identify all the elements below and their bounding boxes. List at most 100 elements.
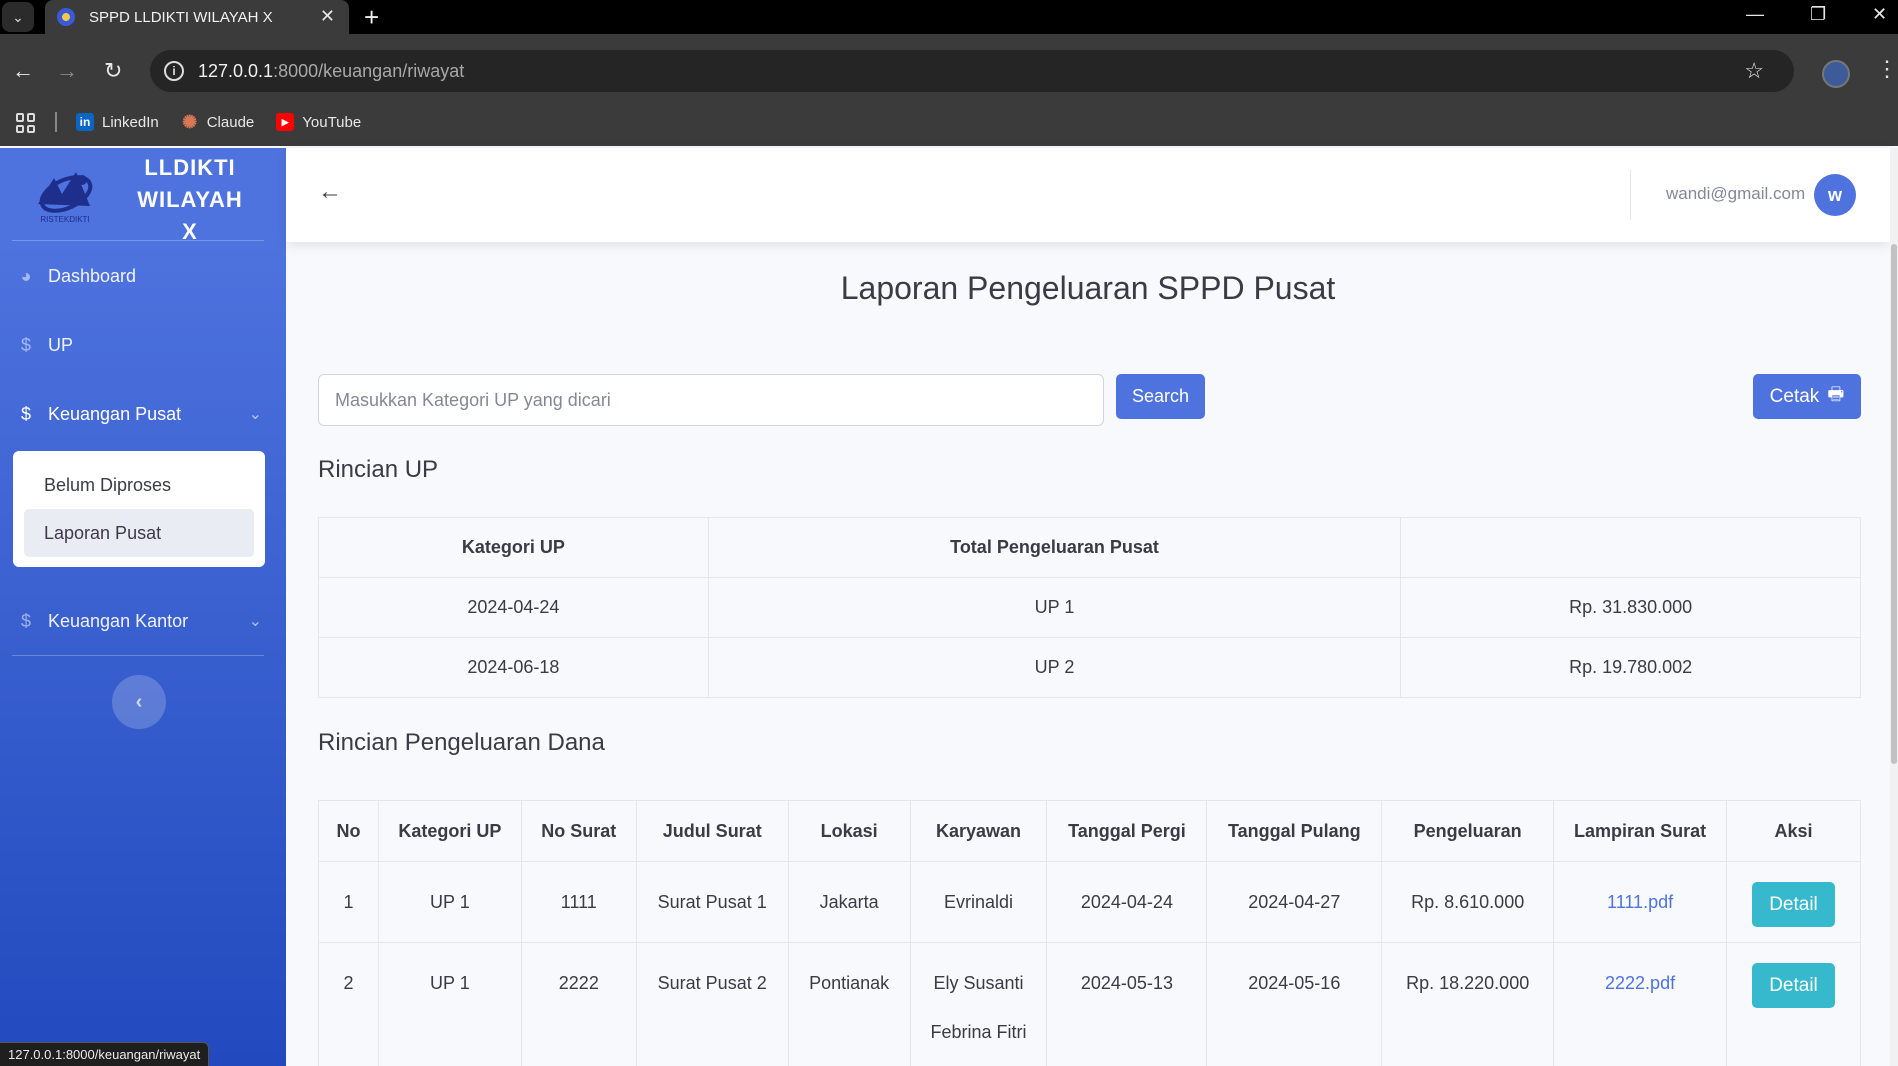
submenu-item-laporan-pusat[interactable]: Laporan Pusat [24,509,254,557]
print-button[interactable]: Cetak 🖶 [1753,374,1861,419]
table-cell: Detail [1726,942,1861,1066]
rincian-dana-title: Rincian Pengeluaran Dana [318,729,605,756]
window-close-icon[interactable]: ✕ [1872,4,1887,25]
site-info-icon[interactable]: i [164,61,184,81]
sidebar-item-label: Dashboard [48,265,137,286]
url-host: 127.0.0.1 [198,60,274,81]
column-header: Tanggal Pulang [1206,800,1383,862]
table-cell: UP 1 [377,861,522,943]
rincian-dana-table: No Kategori UP No Surat Judul Surat Loka… [318,800,1861,1066]
bookmark-star-icon[interactable]: ☆ [1744,58,1764,84]
karyawan-name: Evrinaldi [944,892,1014,912]
claude-icon: ✺ [182,111,198,132]
column-header: Karyawan [909,800,1048,862]
table-cell: Evrinaldi [909,861,1048,943]
sidebar-item-label: UP [48,334,74,355]
browser-toolbar: ← → ↻ i 127.0.0.1:8000/keuangan/riwayat … [0,34,1898,146]
table-cell: UP 2 [707,637,1402,698]
bookmark-youtube[interactable]: ▶ YouTube [276,113,361,131]
table-cell: Jakarta [787,861,911,943]
sidebar-item-dashboard[interactable]: ◕ Dashboard [0,246,286,306]
table-cell: 2024-04-24 [1046,861,1208,943]
search-input[interactable] [318,374,1104,426]
rincian-up-table: Kategori UP Total Pengeluaran Pusat 2024… [318,517,1861,698]
logo-caption: RISTEKDIKTI [40,215,89,224]
browser-tab-active[interactable]: SPPD LLDIKTI WILAYAH X ✕ [45,0,349,34]
table-cell: Rp. 8.610.000 [1381,861,1555,943]
table-cell: Ely Susanti Febrina Fitri [909,942,1048,1066]
topbar: ← wandi@gmail.com w [286,148,1890,242]
table-cell: 2 [318,942,379,1066]
table-cell: Surat Pusat 2 [635,942,789,1066]
detail-button[interactable]: Detail [1752,882,1835,927]
column-header: No Surat [520,800,637,862]
print-button-label: Cetak [1769,385,1820,407]
table-cell: Detail [1726,861,1861,943]
bookmark-claude[interactable]: ✺ Claude [181,111,254,132]
back-arrow-icon[interactable]: ← [318,178,342,206]
sidebar-item-label: Keuangan Pusat [48,403,182,424]
table-cell: Rp. 18.220.000 [1381,942,1555,1066]
tab-search-button[interactable]: ⌄ [2,2,34,32]
topbar-divider [1630,170,1631,220]
table-cell: 1111.pdf [1553,861,1727,943]
page-title: Laporan Pengeluaran SPPD Pusat [840,270,1336,306]
tab-close-icon[interactable]: ✕ [320,6,335,27]
site-favicon-icon [57,8,75,26]
address-bar[interactable]: i 127.0.0.1:8000/keuangan/riwayat ☆ [150,50,1794,92]
column-header: No [318,800,379,862]
tachometer-icon: ◕ [20,265,32,286]
table-cell: 2222 [520,942,637,1066]
lampiran-link[interactable]: 2222.pdf [1605,973,1675,993]
sidebar-item-up[interactable]: $ UP [0,315,286,375]
user-email[interactable]: wandi@gmail.com [1666,184,1805,204]
back-icon[interactable]: ← [12,58,34,84]
browser-tab-strip: ⌄ SPPD LLDIKTI WILAYAH X ✕ + — ❐ ✕ [0,0,1898,34]
reload-icon[interactable]: ↻ [104,58,122,84]
sidebar-toggle-button[interactable]: ‹ [112,675,166,729]
bookmarks-separator [55,112,57,132]
scrollbar-thumb[interactable] [1891,244,1897,764]
sidebar-divider [12,655,264,656]
bookmark-label: YouTube [302,113,362,131]
table-cell: 1 [318,861,379,943]
sidebar-item-keuangan-kantor[interactable]: $ Keuangan Kantor ⌄ [0,591,286,651]
dollar-icon: $ [20,610,31,631]
table-cell: 2024-05-16 [1206,942,1383,1066]
new-tab-button[interactable]: + [364,2,379,33]
table-cell: 2024-04-27 [1206,861,1383,943]
bookmarks-bar: in LinkedIn ✺ Claude ▶ YouTube [0,104,1898,140]
brand-name: LLDIKTI WILAYAH X [137,155,243,244]
sidebar-brand[interactable]: RISTEKDIKTI LLDIKTI WILAYAH X [0,148,286,244]
bookmark-linkedin[interactable]: in LinkedIn [76,113,159,131]
youtube-icon: ▶ [276,113,295,131]
lampiran-link[interactable]: 1111.pdf [1607,892,1673,912]
profile-avatar-icon[interactable] [1822,60,1850,88]
restore-icon[interactable]: ❐ [1810,4,1826,25]
apps-grid-icon[interactable] [16,113,36,133]
minimize-icon[interactable]: — [1746,4,1764,25]
karyawan-name: Ely Susanti [933,973,1024,993]
detail-button[interactable]: Detail [1752,963,1835,1008]
avatar[interactable]: w [1814,174,1856,216]
submenu-item-belum-diproses[interactable]: Belum Diproses [24,461,254,509]
forward-icon[interactable]: → [56,58,78,84]
table-cell: Rp. 19.780.002 [1400,637,1861,698]
table-row: 1 UP 1 1111 Surat Pusat 1 Jakarta Evrina… [318,861,1861,943]
karyawan-name: Febrina Fitri [930,1022,1027,1042]
sidebar-divider [12,240,264,241]
status-bar-url: 127.0.0.1:8000/keuangan/riwayat [0,1042,210,1066]
rincian-up-title: Rincian UP [318,456,439,483]
column-header: Lokasi [787,800,911,862]
table-row: 2024-06-18 UP 2 Rp. 19.780.002 [318,637,1861,698]
table-row: 2 UP 1 2222 Surat Pusat 2 Pontianak Ely … [318,942,1861,1066]
printer-icon: 🖶 [1827,383,1845,404]
sidebar-item-keuangan-pusat[interactable]: $ Keuangan Pusat ⌄ [0,384,286,444]
table-cell: 2024-05-13 [1046,942,1208,1066]
table-cell: Surat Pusat 1 [635,861,789,943]
bookmark-label: LinkedIn [102,113,159,131]
column-header: Kategori UP [377,800,522,862]
browser-menu-icon[interactable]: ⋮ [1876,56,1898,82]
search-button[interactable]: Search [1116,374,1205,419]
table-cell: UP 1 [707,577,1402,638]
